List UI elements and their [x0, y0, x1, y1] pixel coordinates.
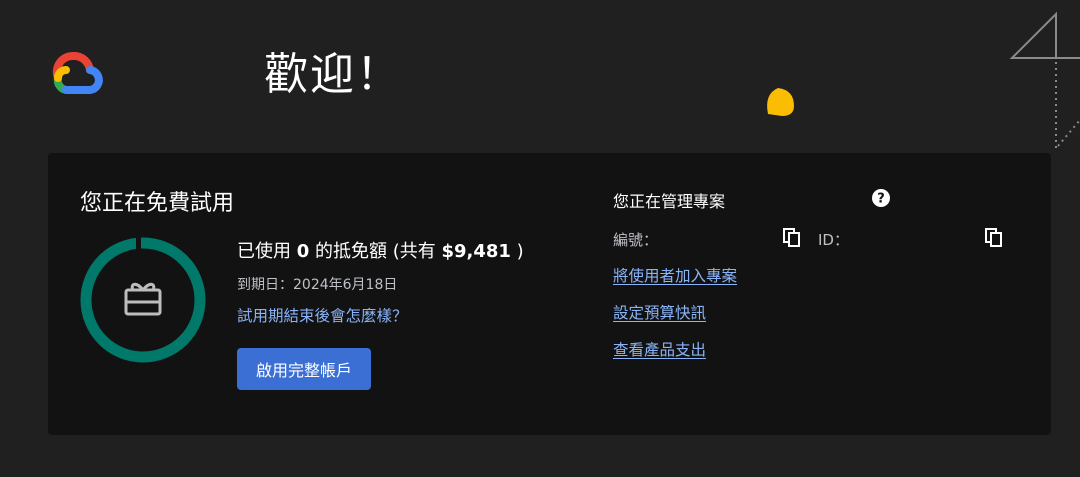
welcome-page: 歡迎！ 您正在免費試用 已使用 0 的抵免額 (共有 $9,481 ) 到期日：… [0, 0, 1080, 477]
project-number-label: 編號： [613, 231, 659, 249]
help-icon[interactable]: ? [871, 188, 891, 208]
decorative-shapes [767, 11, 1080, 148]
credits-usage-text: 已使用 0 的抵免額 (共有 $9,481 ) [237, 241, 524, 262]
copy-number-icon[interactable] [782, 227, 802, 247]
gift-card-icon [124, 282, 162, 316]
decorative-dotted-diagonal [1057, 119, 1080, 147]
product-spend-link[interactable]: 查看產品支出 [613, 338, 706, 360]
activate-full-account-button[interactable]: 啟用完整帳戶 [237, 348, 371, 390]
project-id-label: ID： [818, 231, 849, 249]
decorative-triangle [1009, 11, 1057, 59]
free-trial-card: 您正在免費試用 已使用 0 的抵免額 (共有 $9,481 ) 到期日：2024… [48, 153, 1051, 435]
free-trial-title: 您正在免費試用 [80, 191, 235, 216]
credits-used-value: 0 [296, 241, 310, 262]
project-section-title: 您正在管理專案 [613, 192, 726, 211]
decorative-yellow-shape [767, 88, 794, 116]
expiry-date: 到期日：2024年6月18日 [237, 277, 398, 293]
credits-total-value: $9,481 [441, 241, 511, 262]
copy-id-icon[interactable] [984, 227, 1004, 247]
credits-ring [80, 235, 206, 363]
svg-text:?: ? [877, 192, 885, 207]
add-users-link[interactable]: 將使用者加入專案 [613, 264, 737, 286]
budget-alerts-link[interactable]: 設定預算快訊 [613, 301, 706, 323]
trial-end-info-link[interactable]: 試用期結束後會怎麼樣？ [237, 304, 408, 326]
